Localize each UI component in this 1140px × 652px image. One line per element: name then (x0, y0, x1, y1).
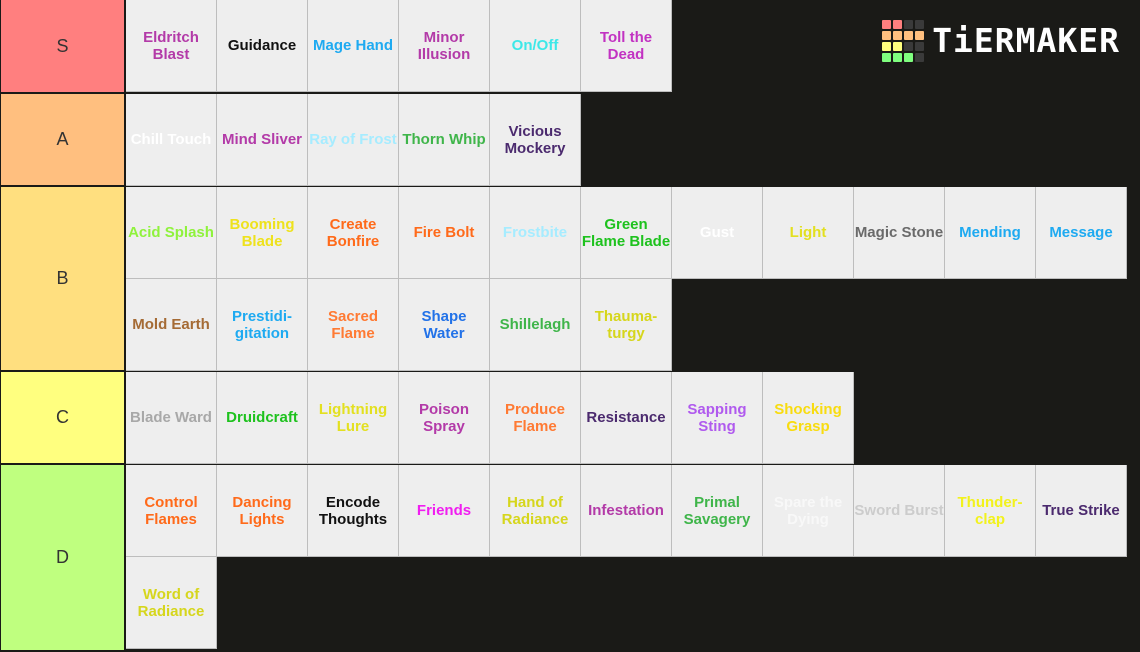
tier-items: Blade Ward Druidcraft Lightning Lure Poison… (126, 372, 1130, 464)
tier-item[interactable]: Word of Radiance (126, 557, 217, 649)
tier-item[interactable]: Light (763, 187, 854, 279)
tier-item[interactable]: Lightning Lure (308, 372, 399, 464)
tier-items: Acid Splash Booming Blade Create Bonfire Fi… (126, 187, 1130, 371)
logo-square (915, 42, 925, 51)
tier-item[interactable]: True Strike (1036, 465, 1127, 557)
tier-item[interactable]: Guidance (217, 0, 308, 92)
tier-item[interactable]: Poison Spray (399, 372, 490, 464)
tier-item[interactable]: Hand of Radiance (490, 465, 581, 557)
tier-item[interactable]: Primal Savagery (672, 465, 763, 557)
logo-square (882, 20, 892, 29)
tier-item[interactable]: Spare the Dying (763, 465, 854, 557)
tier-items: Control Flames Dancing Lights Encode Thoug… (126, 465, 1130, 650)
tier-item[interactable]: Druidcraft (217, 372, 308, 464)
tier-item[interactable]: Sword Burst (854, 465, 945, 557)
tier-item[interactable]: Mold Earth (126, 279, 217, 371)
tier-item[interactable]: Mage Hand (308, 0, 399, 92)
tier-item[interactable]: Thauma-turgy (581, 279, 672, 371)
tier-label[interactable]: A (0, 94, 126, 185)
tier-label[interactable]: S (0, 0, 126, 92)
tier-row-a: A Chill Touch Mind Sliver Ray of Frost Thorn… (0, 94, 1140, 187)
tier-item[interactable]: Frostbite (490, 187, 581, 279)
tier-item[interactable]: Gust (672, 187, 763, 279)
tier-item[interactable]: Sapping Sting (672, 372, 763, 464)
tiermaker-logo-text: TiERMAKER (932, 21, 1120, 60)
tier-label[interactable]: D (0, 465, 126, 650)
tier-row-d: D Control Flames Dancing Lights Encode Thou… (0, 465, 1140, 652)
tier-item[interactable]: Ray of Frost (308, 94, 399, 186)
logo-square (904, 20, 914, 29)
tier-item[interactable]: Message (1036, 187, 1127, 279)
tier-item[interactable]: Prestidi-gitation (217, 279, 308, 371)
tiermaker-logo-grid-icon (882, 20, 925, 62)
tier-item[interactable]: Thorn Whip (399, 94, 490, 186)
logo-square (915, 31, 925, 40)
tier-item[interactable]: Sacred Flame (308, 279, 399, 371)
tier-item[interactable]: Shape Water (399, 279, 490, 371)
tier-item[interactable]: On/Off (490, 0, 581, 92)
tier-item[interactable]: Mind Sliver (217, 94, 308, 186)
tier-list: S Eldritch Blast Guidance Mage Hand Minor Il… (0, 0, 1140, 652)
logo-square (915, 20, 925, 29)
tier-item[interactable]: Toll the Dead (581, 0, 672, 92)
tier-item[interactable]: Acid Splash (126, 187, 217, 279)
tier-item[interactable]: Create Bonfire (308, 187, 399, 279)
tier-item[interactable]: Vicious Mockery (490, 94, 581, 186)
tier-item[interactable]: Dancing Lights (217, 465, 308, 557)
tier-item[interactable]: Chill Touch (126, 94, 217, 186)
tier-item[interactable]: Shillelagh (490, 279, 581, 371)
logo-square (904, 31, 914, 40)
tier-item[interactable]: Thunder-clap (945, 465, 1036, 557)
logo-square (904, 42, 914, 51)
tier-row-b: B Acid Splash Booming Blade Create Bonfire F… (0, 187, 1140, 372)
tier-item[interactable]: Friends (399, 465, 490, 557)
tier-item[interactable]: Minor Illusion (399, 0, 490, 92)
tier-items: Chill Touch Mind Sliver Ray of Frost Thorn … (126, 94, 1130, 186)
tier-item[interactable]: Magic Stone (854, 187, 945, 279)
logo-square (882, 42, 892, 51)
tier-item[interactable]: Produce Flame (490, 372, 581, 464)
tier-item[interactable]: Infestation (581, 465, 672, 557)
tier-item[interactable]: Encode Thoughts (308, 465, 399, 557)
logo-square (893, 31, 903, 40)
tier-item[interactable]: Resistance (581, 372, 672, 464)
logo-square (893, 42, 903, 51)
logo-square (915, 53, 925, 62)
tier-item[interactable]: Booming Blade (217, 187, 308, 279)
tier-item[interactable]: Green Flame Blade (581, 187, 672, 279)
logo-square (904, 53, 914, 62)
logo-square (893, 53, 903, 62)
tier-item[interactable]: Shocking Grasp (763, 372, 854, 464)
tier-row-c: C Blade Ward Druidcraft Lightning Lure Poiso… (0, 372, 1140, 465)
tiermaker-logo[interactable]: TiERMAKER (882, 20, 1120, 62)
tier-item[interactable]: Control Flames (126, 465, 217, 557)
tier-item[interactable]: Blade Ward (126, 372, 217, 464)
logo-square (893, 20, 903, 29)
tier-label[interactable]: B (0, 187, 126, 370)
tier-item[interactable]: Mending (945, 187, 1036, 279)
tier-item[interactable]: Fire Bolt (399, 187, 490, 279)
tier-label[interactable]: C (0, 372, 126, 463)
logo-square (882, 53, 892, 62)
logo-square (882, 31, 892, 40)
tier-item[interactable]: Eldritch Blast (126, 0, 217, 92)
